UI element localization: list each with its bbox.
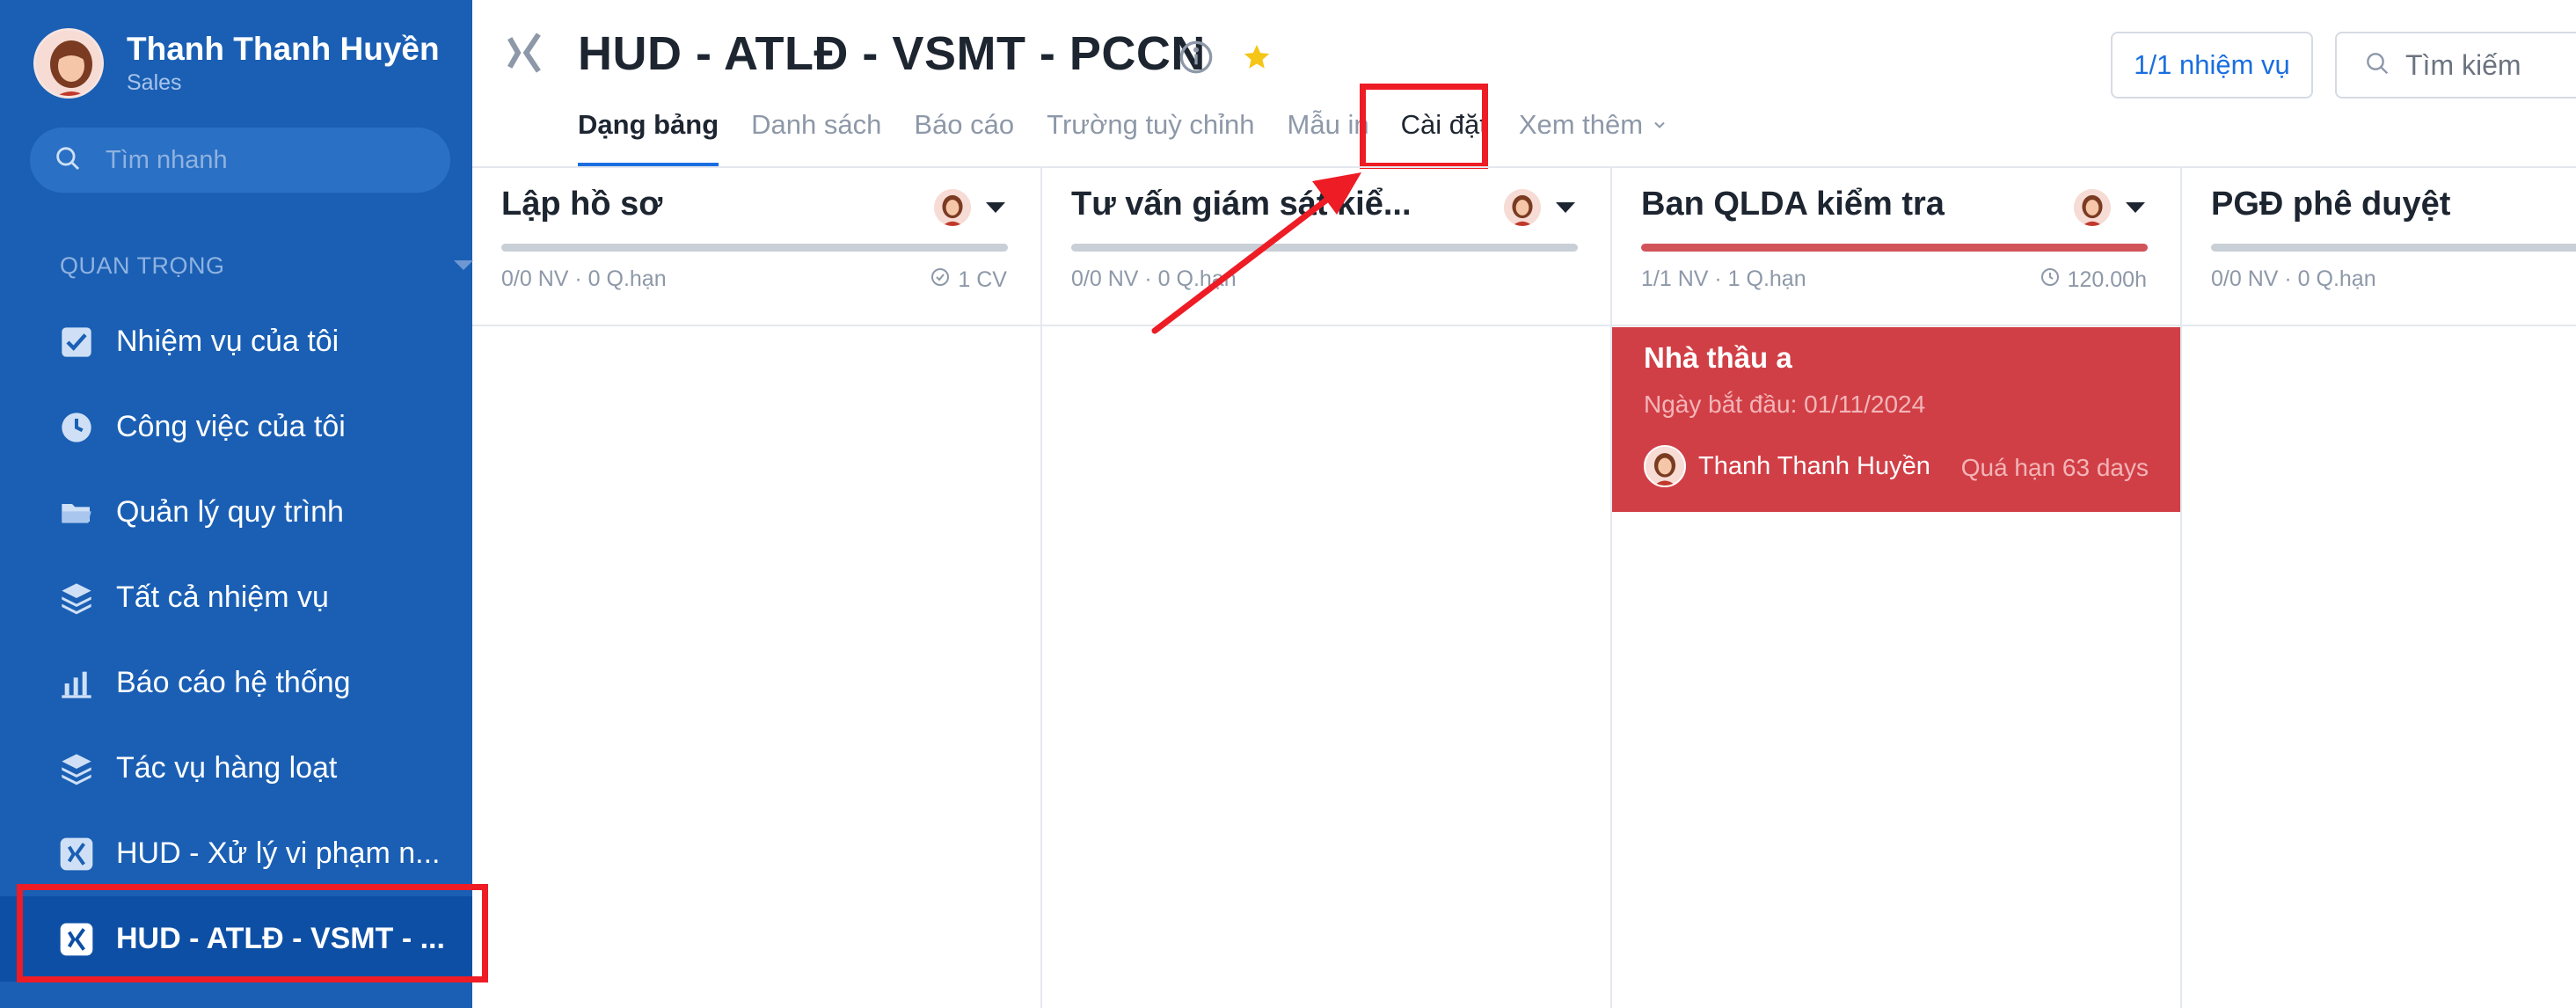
column-header: Lập hồ sơ 0/0 NV · 0 Q.hạn 1 CV (472, 168, 1040, 326)
column-count: 1 CV (930, 267, 1007, 294)
sidebar-item-label: Công việc của tôi (116, 410, 346, 443)
quick-search-placeholder: Tìm nhanh (106, 145, 228, 174)
caret-down-icon[interactable] (2126, 202, 2145, 213)
task-title: Nhà thầu a (1644, 341, 1792, 374)
task-card[interactable]: Nhà thầu a Ngày bắt đầu: 01/11/2024 Than… (1612, 327, 2180, 512)
avatar (1644, 445, 1686, 487)
column-stats: 0/0 NV · 0 Q.hạn (2211, 267, 2376, 291)
tab-print-template[interactable]: Mẫu in (1288, 104, 1369, 167)
clock-icon (2040, 267, 2068, 294)
bar-chart-icon (58, 665, 95, 702)
chevron-down-icon (1651, 109, 1668, 140)
clock-icon (58, 409, 95, 446)
highlight-box-sidebar (17, 884, 488, 982)
column-progress-bar (1071, 244, 1578, 252)
search-input[interactable]: Tìm kiếm (2335, 32, 2576, 99)
avatar[interactable] (2074, 189, 2111, 226)
user-profile[interactable]: Thanh Thanh Huyền Sales (33, 28, 440, 99)
board-column: Tư vấn giám sát kiể... 0/0 NV · 0 Q.hạn (1042, 168, 1612, 1008)
xing-icon (58, 836, 95, 873)
tab-report[interactable]: Báo cáo (914, 104, 1014, 167)
sidebar-item-label: Báo cáo hệ thống (116, 666, 351, 699)
task-assignee: Thanh Thanh Huyền (1644, 445, 1930, 487)
board-column: Ban QLDA kiểm tra 1/1 NV · 1 Q.hạn 120.0… (1612, 168, 2182, 1008)
task-start-date: Ngày bắt đầu: 01/11/2024 (1644, 391, 1926, 418)
column-progress-bar (501, 244, 1008, 252)
board-column: PGĐ phê duyệt 0/0 NV · 0 Q.hạn (2182, 168, 2576, 1008)
column-header: Tư vấn giám sát kiể... 0/0 NV · 0 Q.hạn (1042, 168, 1610, 326)
board-column: Lập hồ sơ 0/0 NV · 0 Q.hạn 1 CV (472, 168, 1042, 1008)
column-count-label: 1 CV (958, 267, 1007, 292)
tab-more-label: Xem thêm (1518, 109, 1644, 140)
search-icon (2363, 49, 2391, 82)
column-title: PGĐ phê duyệt (2211, 186, 2451, 223)
column-progress-bar (2211, 244, 2576, 252)
sidebar-item-label: Nhiệm vụ của tôi (116, 325, 339, 358)
sidebar-item-my-work[interactable]: Công việc của tôi (0, 384, 472, 470)
quick-search-input[interactable]: Tìm nhanh (30, 128, 450, 193)
column-hours: 120.00h (2040, 267, 2147, 294)
sidebar-item-system-report[interactable]: Báo cáo hệ thống (0, 640, 472, 726)
view-tabs: Dạng bảng Danh sách Báo cáo Trường tuỳ c… (578, 104, 1701, 167)
app-window: Thanh Thanh Huyền Sales Tìm nhanh QUAN T… (0, 0, 2576, 1008)
sidebar-item-all-tasks[interactable]: Tất cả nhiệm vụ (0, 555, 472, 640)
avatar[interactable] (934, 189, 971, 226)
caret-down-icon[interactable] (986, 202, 1005, 213)
sidebar-item-label: Tất cả nhiệm vụ (116, 581, 329, 614)
page-title: HUD - ATLĐ - VSMT - PCCN (578, 27, 1206, 80)
sidebar-item-my-tasks[interactable]: Nhiệm vụ của tôi (0, 299, 472, 384)
column-hours-label: 120.00h (2067, 267, 2147, 292)
column-stats: 0/0 NV · 0 Q.hạn (1071, 267, 1237, 291)
column-title: Ban QLDA kiểm tra (1641, 186, 1945, 223)
checkbox-icon (58, 324, 95, 361)
avatar[interactable] (1504, 189, 1541, 226)
overdue-label: Quá hạn 63 days (1960, 454, 2149, 481)
assignee-name: Thanh Thanh Huyền (1698, 451, 1930, 480)
layers-icon (58, 580, 95, 617)
avatar (33, 28, 104, 99)
search-placeholder: Tìm kiếm (2405, 48, 2521, 81)
tab-board[interactable]: Dạng bảng (578, 104, 719, 167)
column-header: PGĐ phê duyệt 0/0 NV · 0 Q.hạn (2182, 168, 2576, 326)
sidebar-item-batch-actions[interactable]: Tác vụ hàng loạt (0, 726, 472, 811)
check-circle-icon (930, 267, 958, 294)
tab-more[interactable]: Xem thêm (1519, 104, 1668, 167)
section-label: QUAN TRỌNG (60, 252, 225, 279)
column-stats: 1/1 NV · 1 Q.hạn (1641, 267, 1806, 291)
tab-list[interactable]: Danh sách (751, 104, 881, 167)
column-header: Ban QLDA kiểm tra 1/1 NV · 1 Q.hạn 120.0… (1612, 168, 2180, 326)
caret-down-icon[interactable] (1556, 202, 1575, 213)
sidebar-item-label: HUD - Xử lý vi phạm n... (116, 836, 441, 870)
sidebar-item-process-management[interactable]: Quản lý quy trình (0, 470, 472, 555)
column-stats: 0/0 NV · 0 Q.hạn (501, 267, 667, 291)
tab-custom-fields[interactable]: Trường tuỳ chỉnh (1047, 104, 1254, 167)
folder-icon (58, 494, 95, 531)
column-title: Tư vấn giám sát kiể... (1071, 186, 1412, 223)
star-icon[interactable] (1242, 42, 1272, 77)
user-role: Sales (127, 70, 182, 95)
xing-icon (500, 28, 549, 82)
highlight-box-settings-tab (1360, 84, 1488, 169)
layers-icon (58, 750, 95, 787)
info-icon[interactable] (1179, 40, 1214, 79)
sidebar: Thanh Thanh Huyền Sales Tìm nhanh QUAN T… (0, 0, 473, 1008)
sidebar-nav: Nhiệm vụ của tôi Công việc của tôi Quản … (0, 299, 472, 982)
column-title: Lập hồ sơ (501, 186, 663, 223)
sidebar-item-label: Quản lý quy trình (116, 495, 344, 529)
sidebar-item-label: Tác vụ hàng loạt (116, 751, 338, 785)
chevron-down-icon[interactable] (454, 260, 473, 270)
column-progress-bar (1641, 244, 2148, 252)
tasks-count-button[interactable]: 1/1 nhiệm vụ (2111, 32, 2313, 99)
search-icon (53, 143, 83, 178)
user-name: Thanh Thanh Huyền (127, 31, 440, 67)
